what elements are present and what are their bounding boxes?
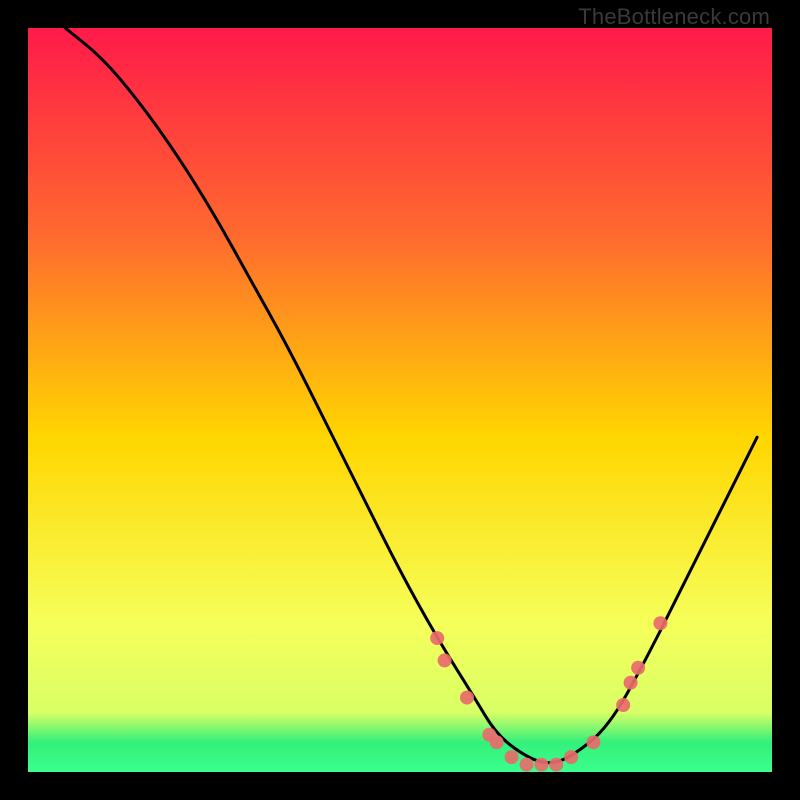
data-point (616, 698, 630, 712)
gradient-background (28, 28, 772, 772)
data-point (564, 750, 578, 764)
bottleneck-chart (28, 28, 772, 772)
data-point (631, 661, 645, 675)
data-point (505, 750, 519, 764)
data-point (430, 631, 444, 645)
data-point (490, 735, 504, 749)
data-point (460, 691, 474, 705)
data-point (549, 758, 563, 772)
data-point (586, 735, 600, 749)
data-point (534, 758, 548, 772)
watermark-text: TheBottleneck.com (578, 4, 770, 30)
data-point (438, 653, 452, 667)
data-point (653, 616, 667, 630)
plot-area (28, 28, 772, 772)
data-point (624, 676, 638, 690)
data-point (520, 758, 534, 772)
chart-frame: TheBottleneck.com (0, 0, 800, 800)
